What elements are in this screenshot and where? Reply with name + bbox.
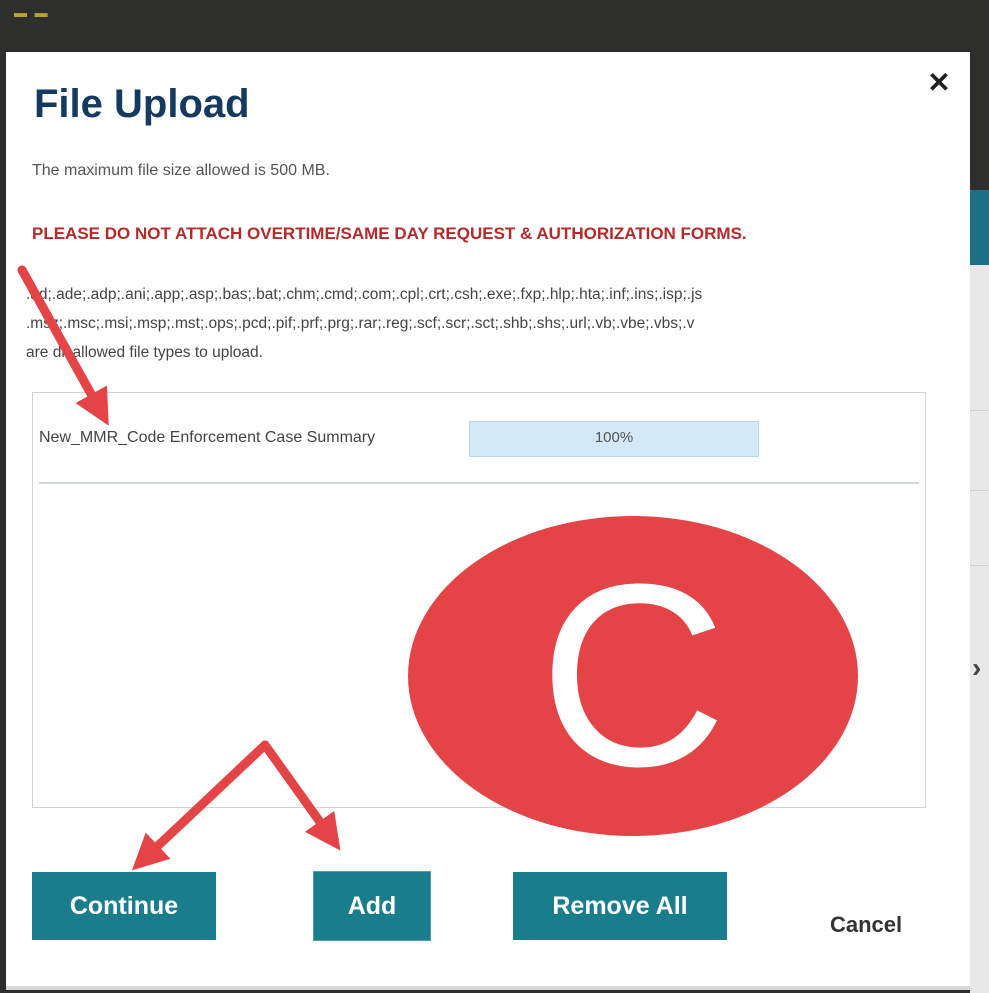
uploaded-file-name: New_MMR_Code Enforcement Case Summary [39, 429, 376, 446]
background-page [970, 190, 989, 993]
add-button[interactable]: Add [314, 872, 430, 940]
file-list-divider [39, 482, 919, 484]
upload-progress-bar: 100% [469, 421, 759, 457]
disallowed-types-line: .ad;.ade;.adp;.ani;.app;.asp;.bas;.bat;.… [26, 286, 703, 303]
disallowed-types-line: are disallowed file types to upload. [26, 344, 263, 361]
remove-all-button[interactable]: Remove All [513, 872, 727, 940]
max-file-size-note: The maximum file size allowed is 500 MB. [32, 162, 330, 179]
background-divider [970, 490, 989, 491]
chevron-right-icon: › [972, 652, 982, 683]
disallowed-file-types: .ad;.ade;.adp;.ani;.app;.asp;.bas;.bat;.… [26, 280, 970, 367]
uploaded-files-panel: New_MMR_Code Enforcement Case Summary 10… [32, 392, 926, 836]
background-divider [970, 565, 989, 566]
annotation-badge: C [408, 516, 858, 836]
upload-progress-label: 100% [594, 429, 634, 446]
disallowed-types-line: .msz;.msc;.msi;.msp;.mst;.ops;.pcd;.pif;… [26, 315, 695, 332]
cancel-link[interactable]: Cancel [830, 912, 902, 938]
background-header-band [970, 190, 989, 265]
annotation-badge-letter: C [539, 531, 727, 821]
app-logo: ▬ ▬ [14, 5, 50, 20]
continue-button[interactable]: Continue [32, 872, 216, 940]
background-divider [970, 410, 989, 411]
close-icon[interactable]: ✕ [924, 68, 954, 98]
attachment-warning: PLEASE DO NOT ATTACH OVERTIME/SAME DAY R… [32, 224, 747, 243]
file-upload-dialog: ✕ File Upload The maximum file size allo… [6, 52, 970, 990]
dialog-title: File Upload [34, 82, 250, 126]
